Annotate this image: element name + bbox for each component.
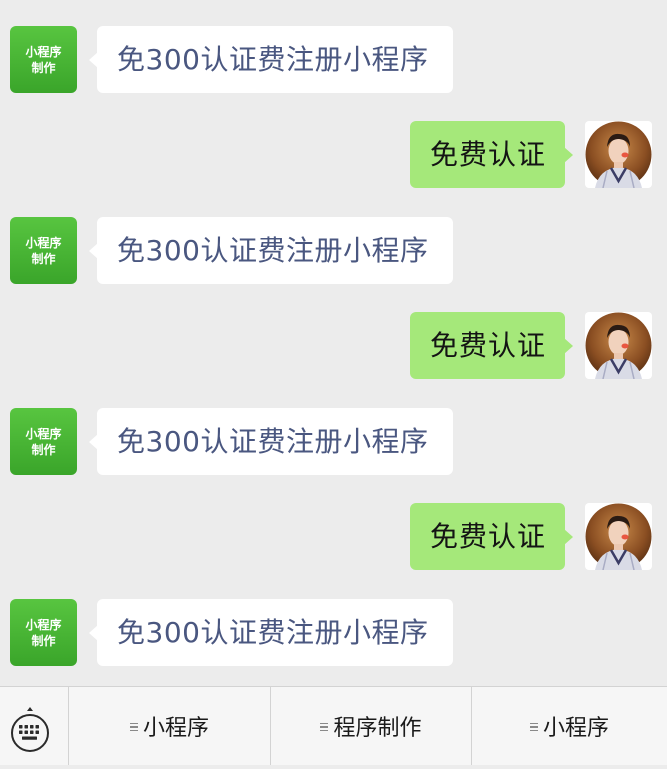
keyboard-icon <box>11 707 49 752</box>
outgoing-message-bubble[interactable]: 免费认证 <box>410 312 573 379</box>
avatar-text-line2: 制作 <box>31 634 56 648</box>
menu-item-mini-program[interactable]: 小程序 <box>69 687 271 765</box>
incoming-message-bubble[interactable]: 免300认证费注册小程序 <box>89 408 453 475</box>
message-row: 小程序 制作 免300认证费注册小程序 <box>0 599 667 667</box>
incoming-message-bubble[interactable]: 免300认证费注册小程序 <box>89 599 453 666</box>
avatar-text-line1: 小程序 <box>25 427 62 441</box>
avatar-text-line2: 制作 <box>31 61 56 75</box>
keyboard-toggle-button[interactable] <box>0 687 69 765</box>
sender-avatar[interactable]: 小程序 制作 <box>10 26 77 93</box>
user-avatar[interactable] <box>585 312 652 379</box>
submenu-icon <box>320 721 329 734</box>
avatar-text-line1: 小程序 <box>25 618 62 632</box>
menu-item-label: 小程序 <box>542 716 609 741</box>
submenu-icon <box>529 721 538 734</box>
message-row: 免费认证 <box>0 312 667 380</box>
message-row: 小程序 制作 免300认证费注册小程序 <box>0 26 667 94</box>
chat-area: 小程序 制作 免300认证费注册小程序 免费认证 小程序 制作 免300认证费注… <box>0 0 667 686</box>
incoming-message-bubble[interactable]: 免300认证费注册小程序 <box>89 26 453 93</box>
submenu-icon <box>129 721 138 734</box>
avatar-text-line1: 小程序 <box>25 45 62 59</box>
menu-item-label: 程序制作 <box>333 716 422 741</box>
message-row: 免费认证 <box>0 503 667 571</box>
avatar-text-line1: 小程序 <box>25 236 62 250</box>
sender-avatar[interactable]: 小程序 制作 <box>10 408 77 475</box>
outgoing-message-bubble[interactable]: 免费认证 <box>410 121 573 188</box>
sender-avatar[interactable]: 小程序 制作 <box>10 599 77 666</box>
person-photo-icon <box>585 312 652 379</box>
menu-item-program-making[interactable]: 程序制作 <box>271 687 472 765</box>
outgoing-message-bubble[interactable]: 免费认证 <box>410 503 573 570</box>
message-row: 小程序 制作 免300认证费注册小程序 <box>0 217 667 285</box>
user-avatar[interactable] <box>585 121 652 188</box>
sender-avatar[interactable]: 小程序 制作 <box>10 217 77 284</box>
person-photo-icon <box>585 121 652 188</box>
avatar-text-line2: 制作 <box>31 252 56 266</box>
user-avatar[interactable] <box>585 503 652 570</box>
menu-item-mini-program-2[interactable]: 小程序 <box>472 687 667 765</box>
avatar-text-line2: 制作 <box>31 443 56 457</box>
incoming-message-bubble[interactable]: 免300认证费注册小程序 <box>89 217 453 284</box>
bottom-menu-bar: 小程序 程序制作 小程序 <box>0 686 667 765</box>
message-row: 免费认证 <box>0 121 667 189</box>
person-photo-icon <box>585 503 652 570</box>
menu-item-label: 小程序 <box>142 716 209 741</box>
message-row: 小程序 制作 免300认证费注册小程序 <box>0 408 667 476</box>
